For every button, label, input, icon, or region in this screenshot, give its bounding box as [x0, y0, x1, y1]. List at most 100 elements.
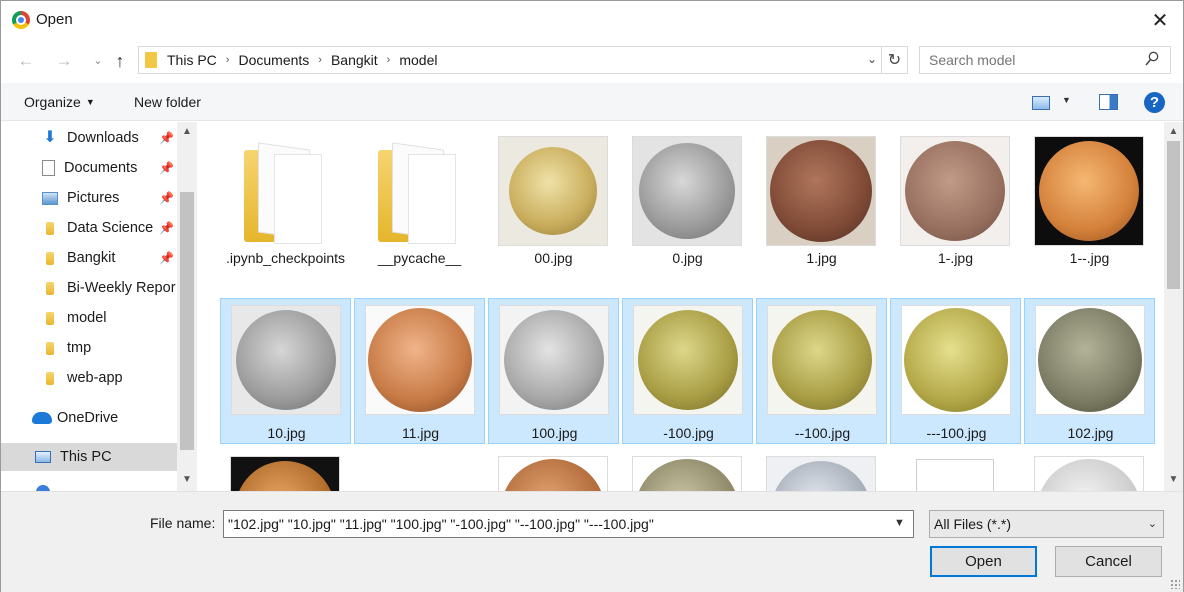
generic-file-icon: [900, 456, 1010, 491]
coin-image: [368, 308, 472, 412]
breadcrumb-this-pc[interactable]: This PC: [167, 52, 217, 68]
preview-pane-icon[interactable]: [1099, 94, 1118, 110]
breadcrumb-chevron-icon[interactable]: ›: [318, 54, 322, 66]
cancel-button[interactable]: Cancel: [1055, 546, 1162, 577]
file-item-partial[interactable]: [220, 448, 351, 491]
sidebar-item-label: tmp: [67, 340, 92, 356]
file-item-partial[interactable]: [622, 448, 753, 491]
breadcrumb-model[interactable]: model: [399, 52, 437, 68]
organize-menu-button[interactable]: Organize ▼: [24, 94, 95, 110]
scroll-down-icon[interactable]: ▼: [1164, 474, 1183, 485]
change-view-icon[interactable]: [1032, 96, 1050, 110]
sidebar-item-label: Data Science: [67, 220, 154, 236]
file-name: __pycache__: [377, 250, 462, 266]
view-options-dropdown-icon[interactable]: ▼: [1062, 95, 1071, 105]
file-item-100-jpg[interactable]: 100.jpg: [488, 298, 619, 444]
file-list-scrollbar[interactable]: ▲ ▼: [1164, 122, 1183, 491]
sidebar-item-label: Bi-Weekly Repor: [67, 280, 176, 296]
sidebar-item-pictures[interactable]: Pictures 📌: [1, 184, 179, 212]
sidebar-item-data-science[interactable]: Data Science 📌: [1, 214, 179, 242]
new-folder-button[interactable]: New folder: [134, 94, 201, 110]
image-thumbnail: [365, 305, 475, 415]
file-item-partial[interactable]: [488, 448, 619, 491]
scrollbar-thumb[interactable]: [1167, 141, 1180, 289]
breadcrumb-documents[interactable]: Documents: [238, 52, 309, 68]
file-name: ---100.jpg: [926, 425, 987, 441]
file-name: 1.jpg: [806, 250, 837, 266]
sidebar-item-downloads[interactable]: ⬇ Downloads 📌: [1, 124, 179, 152]
sidebar-item-onedrive[interactable]: OneDrive: [1, 404, 179, 432]
sidebar-item-this-pc[interactable]: This PC: [1, 443, 179, 471]
file-name-dropdown-icon[interactable]: ▼: [894, 517, 905, 529]
file-name-input[interactable]: "102.jpg" "10.jpg" "11.jpg" "100.jpg" "-…: [223, 510, 914, 538]
file-item-0-jpg[interactable]: 0.jpg: [622, 122, 753, 268]
address-bar[interactable]: This PC › Documents › Bangkit › model ⌄: [138, 46, 882, 74]
refresh-button[interactable]: ↻: [882, 46, 908, 74]
file-item-ipynb-checkpoints[interactable]: .ipynb_checkpoints: [220, 122, 351, 268]
file-item-neg2-100-jpg[interactable]: --100.jpg: [756, 298, 887, 444]
folder-icon: [46, 221, 54, 235]
scrollbar-thumb[interactable]: [180, 192, 194, 450]
file-item-neg-100-jpg[interactable]: -100.jpg: [622, 298, 753, 444]
image-thumbnail: [498, 456, 608, 491]
back-button[interactable]: ←: [15, 51, 37, 71]
sidebar-item-label: Bangkit: [67, 250, 116, 266]
help-icon[interactable]: ?: [1144, 92, 1165, 113]
folder-icon: [145, 52, 157, 68]
sidebar-item-tmp[interactable]: tmp: [1, 334, 179, 362]
image-thumbnail: [766, 456, 876, 491]
file-item-partial[interactable]: [1024, 448, 1155, 491]
coin-image: [236, 310, 336, 410]
image-thumbnail: [632, 456, 742, 491]
command-bar: Organize ▼ New folder ▼ ?: [1, 83, 1183, 121]
address-row: ← → ⌄ ↑ This PC › Documents › Bangkit › …: [1, 39, 1183, 83]
file-item-pycache[interactable]: __pycache__: [354, 122, 485, 268]
file-item-neg3-100-jpg[interactable]: ---100.jpg: [890, 298, 1021, 444]
scroll-up-icon[interactable]: ▲: [177, 126, 197, 137]
sidebar-item-label: model: [67, 310, 107, 326]
file-item-11-jpg[interactable]: 11.jpg: [354, 298, 485, 444]
file-name: 0.jpg: [672, 250, 703, 266]
sidebar-item-model[interactable]: model: [1, 304, 179, 332]
breadcrumb-chevron-icon[interactable]: ›: [387, 54, 391, 66]
navigation-scrollbar[interactable]: ▲ ▼: [177, 122, 197, 491]
address-dropdown-icon[interactable]: ⌄: [867, 52, 877, 66]
open-button[interactable]: Open: [930, 546, 1037, 577]
search-input[interactable]: [919, 46, 1171, 74]
breadcrumb-bangkit[interactable]: Bangkit: [331, 52, 378, 68]
scroll-up-icon[interactable]: ▲: [1164, 126, 1183, 137]
resize-grip-icon[interactable]: [1170, 579, 1180, 589]
file-item-10-jpg[interactable]: 10.jpg: [220, 298, 351, 444]
file-item-partial[interactable]: [890, 448, 1021, 491]
file-name: 00.jpg: [534, 250, 573, 266]
coin-image: [504, 310, 604, 410]
search-icon[interactable]: [1145, 51, 1159, 67]
file-type-select[interactable]: All Files (*.*) ⌄: [929, 510, 1164, 538]
file-name: 102.jpg: [1067, 425, 1114, 441]
file-item-1-double-dash-jpg[interactable]: 1--.jpg: [1024, 122, 1155, 268]
folder-icon: [46, 251, 54, 265]
file-item-102-jpg[interactable]: 102.jpg: [1024, 298, 1155, 444]
dialog-footer: File name: "102.jpg" "10.jpg" "11.jpg" "…: [1, 491, 1183, 592]
sidebar-item-bi-weekly-report[interactable]: Bi-Weekly Repor: [1, 274, 179, 302]
file-item-1-jpg[interactable]: 1.jpg: [756, 122, 887, 268]
coin-image: [1037, 459, 1141, 491]
recent-locations-button[interactable]: ⌄: [87, 51, 109, 71]
folder-icon: [46, 281, 54, 295]
sidebar-item-web-app[interactable]: web-app: [1, 364, 179, 392]
file-item-00-jpg[interactable]: 00.jpg: [488, 122, 619, 268]
pin-icon: 📌: [159, 191, 174, 205]
forward-button[interactable]: →: [53, 51, 75, 71]
coin-image: [509, 147, 597, 235]
sidebar-item-documents[interactable]: Documents 📌: [1, 154, 179, 182]
image-thumbnail: [900, 136, 1010, 246]
file-item-1-dash-jpg[interactable]: 1-.jpg: [890, 122, 1021, 268]
up-button[interactable]: ↑: [109, 51, 131, 71]
breadcrumb-chevron-icon[interactable]: ›: [226, 54, 230, 66]
file-item-partial[interactable]: [756, 448, 887, 491]
sidebar-item-bangkit[interactable]: Bangkit 📌: [1, 244, 179, 272]
coin-image: [771, 461, 871, 491]
scroll-down-icon[interactable]: ▼: [177, 474, 197, 485]
navigation-pane: ⬇ Downloads 📌 Documents 📌 Pictures 📌 Data…: [1, 122, 197, 491]
close-button[interactable]: ✕: [1137, 1, 1183, 39]
